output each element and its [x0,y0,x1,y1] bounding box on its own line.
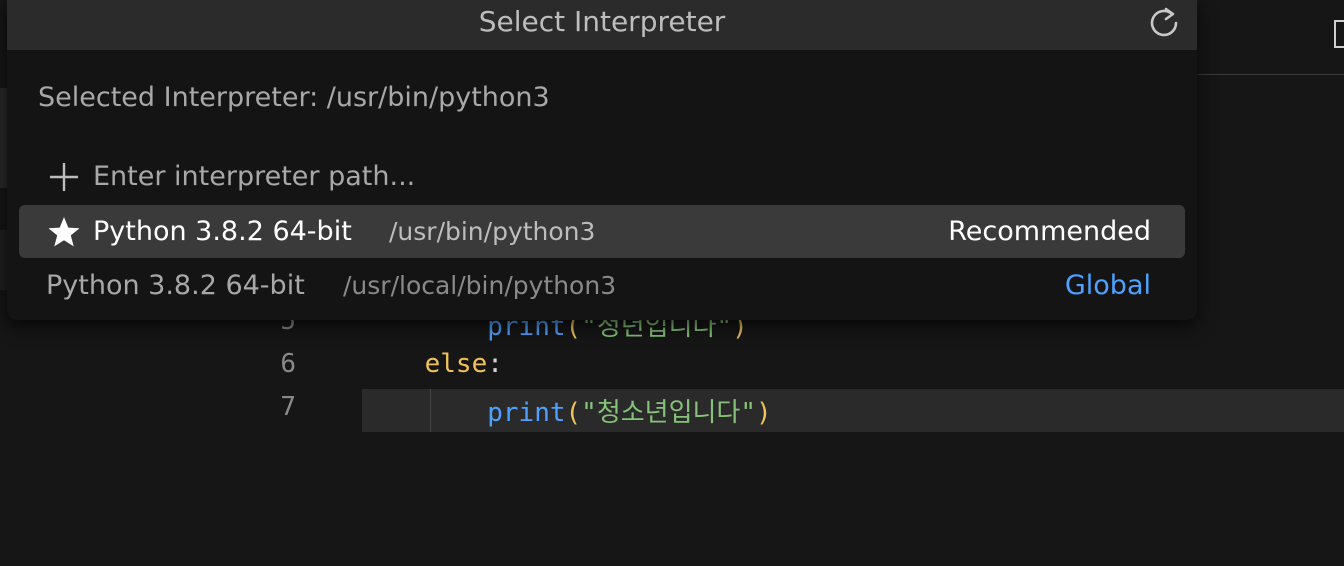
global-badge: Global [1064,270,1151,301]
sidebar-edge-lower [0,230,7,290]
keyword: else [424,349,488,379]
item-path: /usr/local/bin/python3 [343,271,617,300]
paren-open: ( [565,398,582,428]
quickpick-title: Select Interpreter [478,5,726,38]
colon: : [487,349,503,379]
function-name: print [487,398,566,428]
star-icon [47,215,81,249]
split-editor-icon[interactable] [1334,20,1344,48]
enter-interpreter-path-item[interactable]: Enter interpreter path... [19,150,1185,203]
interpreter-item-global[interactable]: Python 3.8.2 64-bit /usr/local/bin/pytho… [19,259,1185,312]
code-line[interactable]: else: [362,349,503,379]
recommended-badge: Recommended [948,216,1151,247]
paren-close: ) [756,398,772,428]
select-interpreter-quickpick: Select Interpreter Selected Interpreter:… [7,0,1197,320]
interpreter-item-recommended[interactable]: Python 3.8.2 64-bit /usr/bin/python3 Rec… [19,205,1185,258]
refresh-icon[interactable] [1147,6,1181,40]
code-line[interactable]: print("청소년입니다") [362,392,772,429]
line-number: 7 [280,392,296,422]
quickpick-header: Select Interpreter [7,0,1197,50]
selected-interpreter-label: Selected Interpreter: /usr/bin/python3 [38,82,550,113]
item-label: Python 3.8.2 64-bit [93,216,352,247]
string-literal: "청소년입니다" [581,398,756,428]
tab-bar-border [1196,74,1344,75]
item-label: Enter interpreter path... [93,161,416,192]
item-label: Python 3.8.2 64-bit [46,270,305,301]
sidebar-edge [0,88,7,188]
line-number: 6 [280,349,296,379]
plus-icon [47,160,81,194]
item-path: /usr/bin/python3 [389,217,596,246]
